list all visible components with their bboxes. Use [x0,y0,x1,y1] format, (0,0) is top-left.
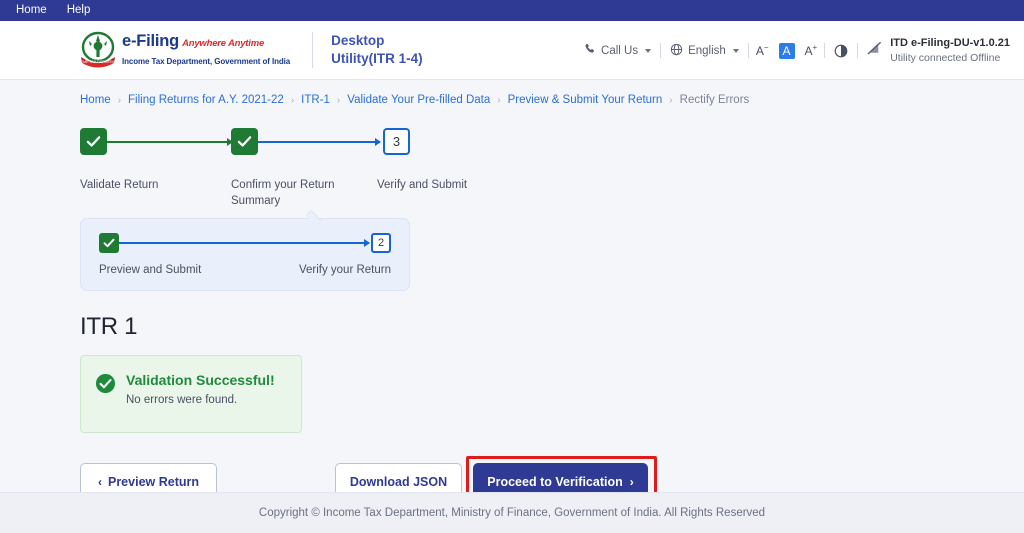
menu-item-home[interactable]: Home [16,4,47,17]
brand-logo-text: e-Filing Anywhere Anytime Income Tax Dep… [122,32,290,69]
breadcrumb-item-preview-submit[interactable]: Preview & Submit Your Return [508,94,663,106]
step-number-3: 3 [383,128,410,155]
phone-icon [584,43,596,58]
svg-text:INCOME TAX DEPARTMENT: INCOME TAX DEPARTMENT [80,60,116,64]
stepper-labels: Validate Return Confirm your Return Summ… [80,178,510,212]
utility-title-line1: Desktop [331,32,385,48]
call-us-label: Call Us [601,44,639,57]
sub-stepper-connector [119,239,370,247]
sub-stepper-labels: Preview and Submit Verify your Return [99,264,391,280]
breadcrumb-item-itr1[interactable]: ITR-1 [301,94,330,106]
font-decrease-button[interactable]: A− [749,43,776,58]
stepper-label-confirm-summary: Confirm your Return Summary [231,179,335,207]
signal-off-icon [866,40,883,60]
check-icon [103,238,115,248]
sub-stepper-nodes: 2 [99,233,391,258]
alert-title: Validation Successful! [126,372,275,388]
font-increase-button[interactable]: A+ [798,43,825,58]
version-text-block: ITD e-Filing-DU-v1.0.21 Utility connecte… [890,36,1010,65]
success-check-circle-icon [95,373,116,394]
connection-status: ITD e-Filing-DU-v1.0.21 Utility connecte… [858,36,1010,65]
breadcrumb: Home › Filing Returns for A.Y. 2021-22 ›… [80,94,1024,106]
stepper-step-validate-return[interactable] [80,128,107,155]
font-normal-label: A [782,43,791,58]
breadcrumb-item-home[interactable]: Home [80,94,111,106]
stepper-nodes: 3 [80,128,500,174]
utility-title-line2: Utility(ITR 1-4) [331,51,423,66]
download-json-label: Download JSON [349,475,448,489]
brand-name-row: e-Filing Anywhere Anytime [122,32,290,51]
font-increase-label: A [804,44,813,58]
font-decrease-label: A [755,44,764,58]
language-label: English [688,44,726,57]
language-dropdown[interactable]: English [661,43,748,59]
call-us-dropdown[interactable]: Call Us [575,43,660,58]
header-divider [312,32,314,68]
stepper-step-confirm-summary[interactable] [231,128,258,155]
breadcrumb-separator: › [290,94,295,106]
check-icon [231,128,258,155]
preview-return-label: Preview Return [107,475,199,489]
breadcrumb-separator: › [497,94,501,106]
top-menu-bar: Home Help [0,0,1024,21]
sub-stepper-pointer [305,209,322,226]
copyright-text: Copyright © Income Tax Department, Minis… [258,507,766,519]
stepper-connector-2 [258,138,381,146]
proceed-label: Proceed to Verification [487,475,623,489]
validation-success-alert: Validation Successful! No errors were fo… [80,355,302,433]
breadcrumb-item-rectify-errors: Rectify Errors [679,94,750,106]
menu-item-help[interactable]: Help [67,4,91,17]
brand-logo[interactable]: INCOME TAX DEPARTMENT e-Filing Anywhere … [74,30,290,70]
chevron-down-icon [732,48,739,53]
site-header: INCOME TAX DEPARTMENT e-Filing Anywhere … [0,21,1024,80]
chevron-down-icon [645,48,652,53]
version-number: ITD e-Filing-DU-v1.0.21 [890,36,1010,49]
sub-stepper-label-verify-return: Verify your Return [298,264,391,276]
breadcrumb-item-filing-returns[interactable]: Filing Returns for A.Y. 2021-22 [128,94,284,106]
chevron-left-icon: ‹ [97,475,102,489]
sub-step-preview-submit[interactable] [99,233,119,253]
sub-step-verify-return[interactable]: 2 [371,233,391,253]
alert-subtitle: No errors were found. [126,393,238,406]
progress-stepper: 3 Validate Return Confirm your Return Su… [80,128,1024,212]
check-icon [80,128,107,155]
connection-status-label: Utility connected Offline [890,51,1001,64]
alert-text-block: Validation Successful! No errors were fo… [126,372,275,406]
brand-name: e-Filing [122,31,180,50]
sub-stepper-panel: 2 Preview and Submit Verify your Return [80,209,410,291]
utility-title: Desktop Utility(ITR 1-4) [331,32,423,68]
india-national-emblem-icon: INCOME TAX DEPARTMENT [74,30,123,70]
sub-stepper-label-preview-submit: Preview and Submit [99,264,202,276]
page-title: ITR 1 [80,313,138,340]
font-normal-button[interactable]: A [778,42,795,59]
breadcrumb-separator: › [336,94,341,106]
header-tools: Call Us English A− A A+ ITD e-Filing-DU-… [575,21,1010,80]
contrast-toggle-icon[interactable] [825,44,857,58]
stepper-label-verify-submit: Verify and Submit [377,179,468,191]
stepper-connector-1 [107,138,233,146]
page-footer: Copyright © Income Tax Department, Minis… [0,492,1024,533]
breadcrumb-item-validate-prefilled[interactable]: Validate Your Pre-filled Data [347,94,490,106]
stepper-label-validate-return: Validate Return [80,179,159,191]
chevron-right-icon: › [629,475,634,489]
brand-tagline: Anywhere Anytime [182,37,265,49]
brand-department: Income Tax Department, Government of Ind… [122,56,291,66]
breadcrumb-separator: › [669,94,673,106]
breadcrumb-separator: › [117,94,122,106]
globe-icon [670,43,683,59]
stepper-step-verify-submit[interactable]: 3 [383,128,410,155]
